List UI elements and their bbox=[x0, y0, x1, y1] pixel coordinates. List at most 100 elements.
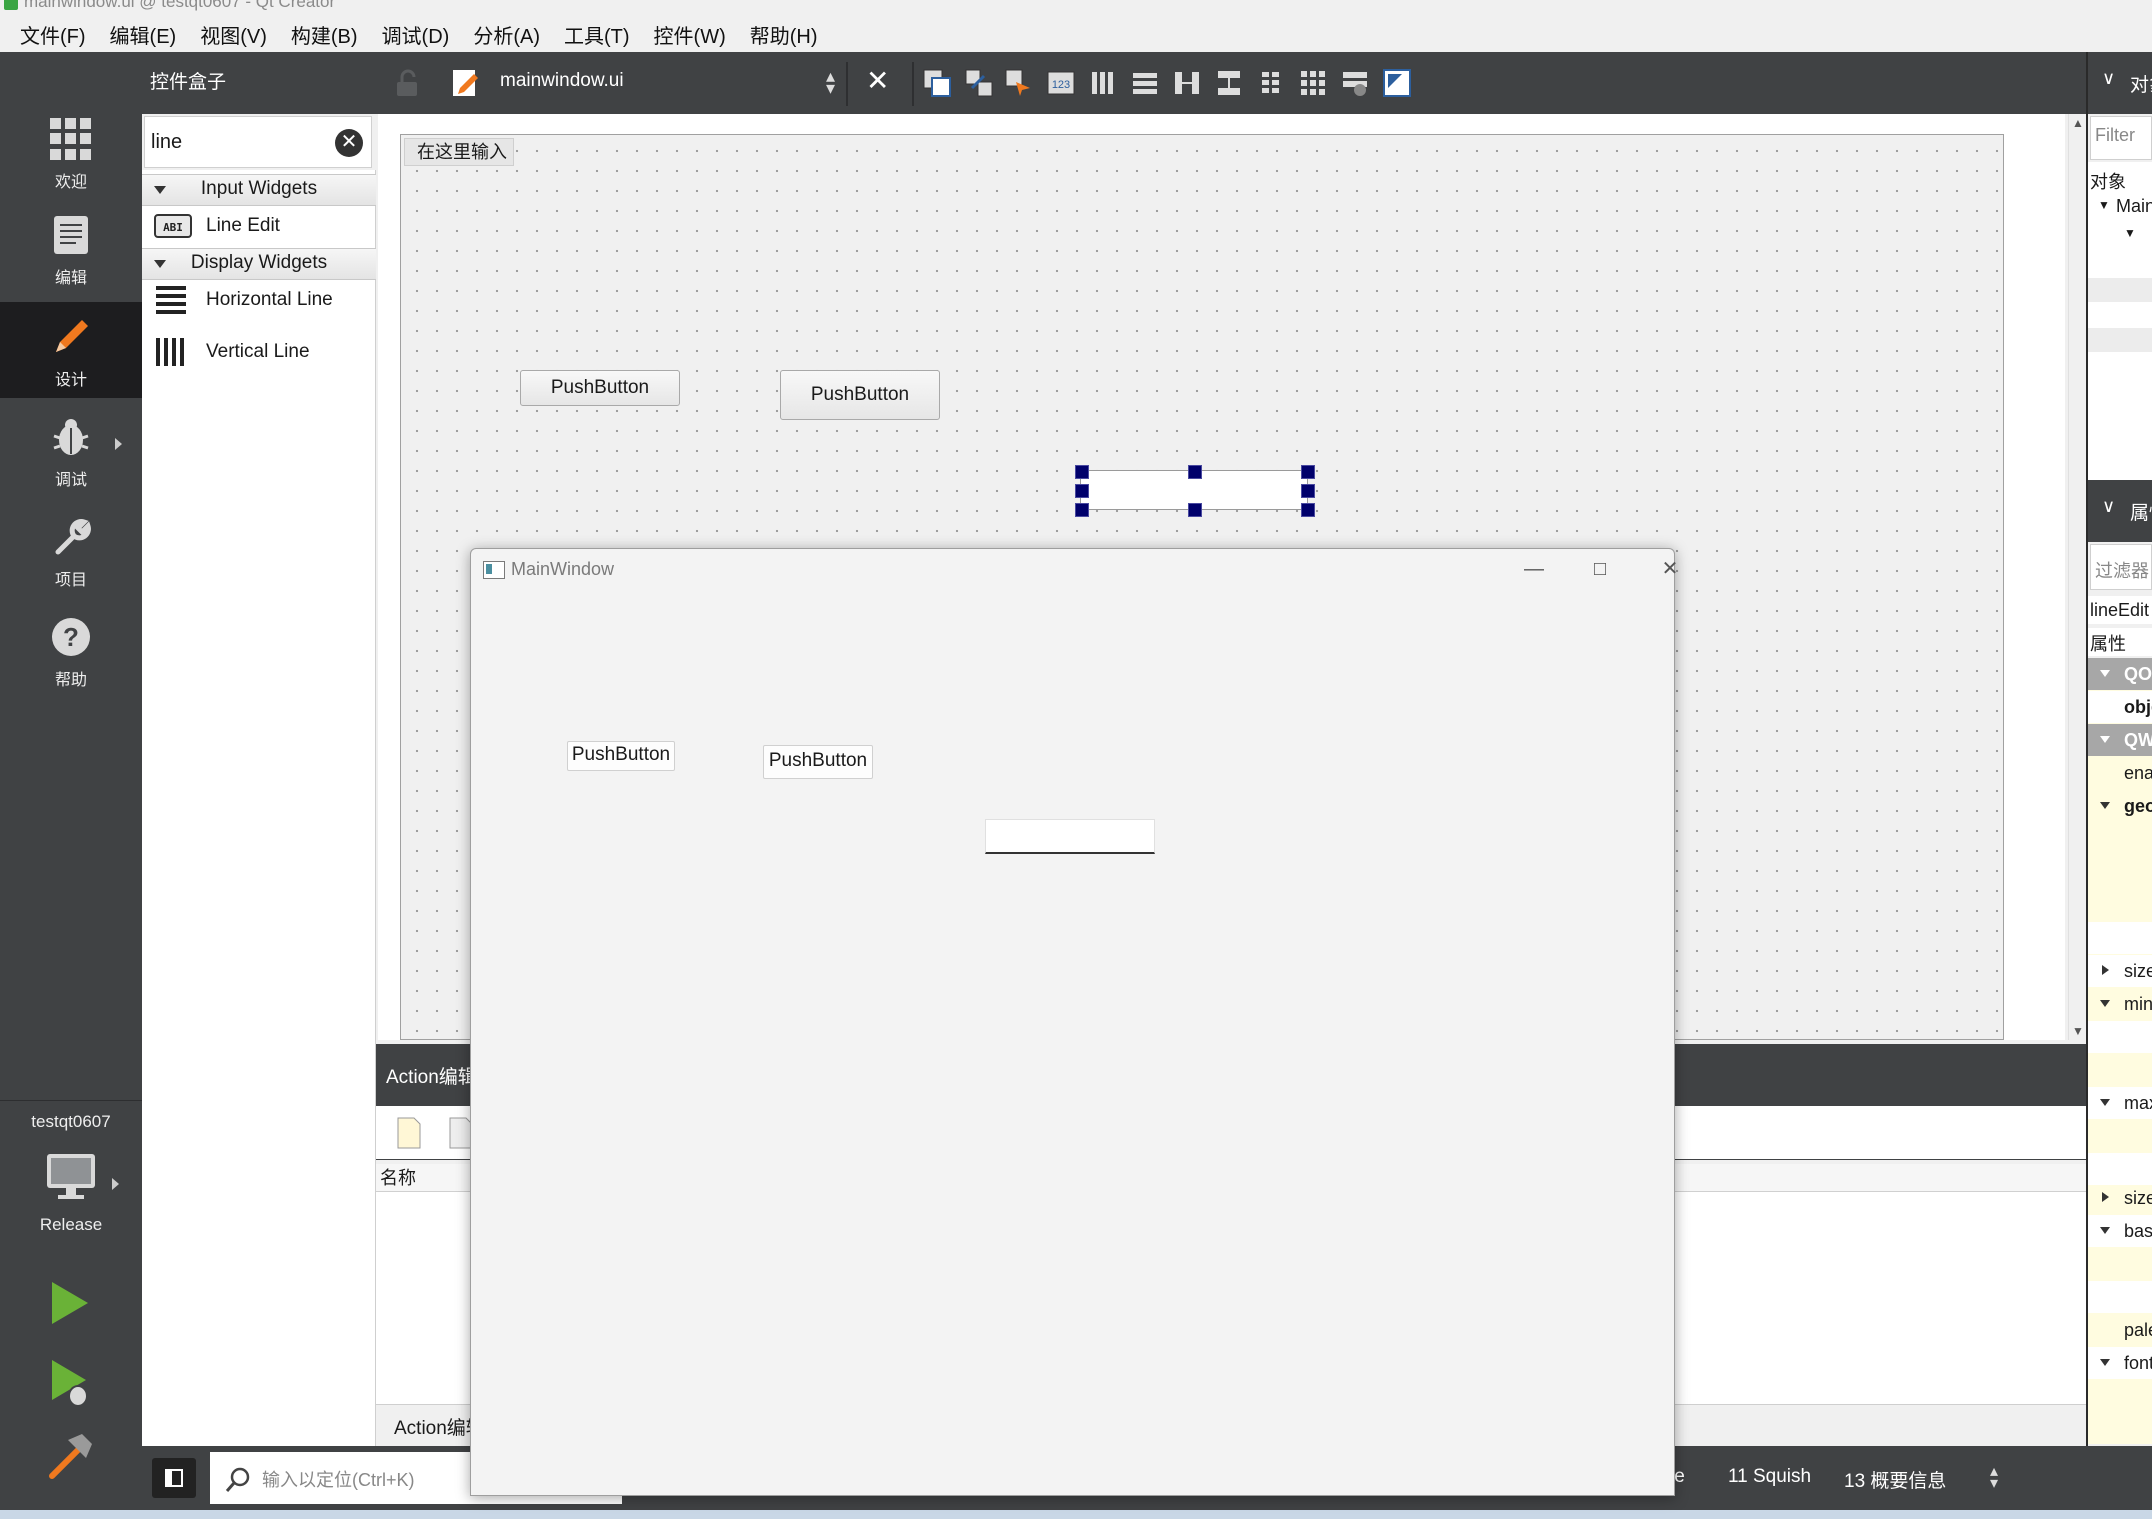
category-input-widgets[interactable]: Input Widgets bbox=[142, 174, 376, 206]
widget-filter-input[interactable]: line ✕ bbox=[144, 116, 372, 168]
output-pane-scroll-arrows-icon[interactable]: ▴ ▾ bbox=[1990, 1464, 1998, 1492]
selection-handle[interactable] bbox=[1075, 465, 1089, 479]
property-row[interactable]: font bbox=[2088, 1347, 2152, 1379]
lock-icon[interactable] bbox=[394, 68, 420, 98]
property-row[interactable]: objectName bbox=[2088, 691, 2152, 723]
run-button[interactable] bbox=[48, 1280, 92, 1326]
minimize-icon[interactable]: — bbox=[1501, 553, 1567, 585]
property-row[interactable] bbox=[2088, 823, 2152, 855]
edit-buddies-icon[interactable] bbox=[1004, 68, 1034, 98]
form-pushbutton-2[interactable]: PushButton bbox=[780, 370, 940, 420]
widget-item-vertical-line[interactable]: Vertical Line bbox=[142, 330, 376, 374]
property-row[interactable]: baseSize bbox=[2088, 1215, 2152, 1247]
collapse-chevron-icon[interactable]: ∨ bbox=[2102, 68, 2115, 89]
property-filter-input[interactable]: 过滤器 bbox=[2090, 544, 2152, 590]
mode-welcome[interactable]: 欢迎 bbox=[0, 104, 142, 200]
property-row[interactable]: minimumSize bbox=[2088, 988, 2152, 1020]
preview-pushbutton-2[interactable]: PushButton bbox=[763, 745, 873, 779]
layout-form-icon[interactable] bbox=[1256, 68, 1286, 98]
property-row[interactable]: sizePolicy bbox=[2088, 955, 2152, 987]
layout-grid-icon[interactable] bbox=[1298, 68, 1328, 98]
object-filter-input[interactable]: Filter bbox=[2090, 116, 2152, 160]
maximize-icon[interactable]: □ bbox=[1567, 553, 1633, 585]
open-document-name[interactable]: mainwindow.ui bbox=[500, 70, 624, 92]
canvas-vertical-scrollbar[interactable]: ▲ ▼ bbox=[2068, 114, 2086, 1040]
layout-horizontal-icon[interactable] bbox=[1088, 68, 1118, 98]
break-layout-icon[interactable] bbox=[1340, 68, 1370, 98]
toggle-sidebar-button[interactable] bbox=[152, 1458, 196, 1498]
adjust-size-icon[interactable] bbox=[1382, 68, 1412, 98]
widget-item-horizontal-line[interactable]: Horizontal Line bbox=[142, 278, 376, 322]
selection-handle[interactable] bbox=[1301, 503, 1315, 517]
window-title: mainwindow.ui @ testqt0607 - Qt Creator bbox=[24, 0, 336, 11]
property-row[interactable] bbox=[2088, 1021, 2152, 1053]
menubar-type-here[interactable]: 在这里输入 bbox=[404, 138, 514, 166]
collapse-chevron-icon[interactable]: ∨ bbox=[2102, 496, 2115, 517]
selection-handle[interactable] bbox=[1188, 465, 1202, 479]
mode-edit[interactable]: 编辑 bbox=[0, 200, 142, 296]
layout-v-splitter-icon[interactable] bbox=[1214, 68, 1244, 98]
property-row[interactable] bbox=[2088, 1281, 2152, 1313]
property-row[interactable] bbox=[2088, 1248, 2152, 1280]
property-row[interactable]: sizeIncrement bbox=[2088, 1182, 2152, 1214]
scroll-up-icon[interactable]: ▲ bbox=[2072, 116, 2084, 130]
edit-widgets-icon[interactable] bbox=[922, 68, 952, 98]
menu-analyze[interactable]: 分析(A) bbox=[461, 20, 552, 49]
mode-design[interactable]: 设计 bbox=[0, 302, 142, 398]
output-pane-summary[interactable]: 13 概要信息 bbox=[1844, 1466, 1946, 1493]
object-tree-row[interactable] bbox=[2088, 328, 2152, 352]
mode-debug[interactable]: 调试 bbox=[0, 402, 142, 498]
menu-file[interactable]: 文件(F) bbox=[8, 20, 98, 49]
category-display-widgets[interactable]: Display Widgets bbox=[142, 248, 376, 280]
menu-build[interactable]: 构建(B) bbox=[279, 20, 370, 49]
selection-handle[interactable] bbox=[1301, 484, 1315, 498]
preview-pushbutton-1[interactable]: PushButton bbox=[567, 741, 675, 771]
property-group-row[interactable]: QWidget bbox=[2088, 724, 2152, 756]
mode-projects[interactable]: 项目 bbox=[0, 502, 142, 598]
output-pane-squish[interactable]: 11 Squish bbox=[1728, 1466, 1811, 1488]
preview-window[interactable]: MainWindow — □ ✕ PushButton PushButton bbox=[470, 548, 1678, 1496]
property-row[interactable] bbox=[2088, 1120, 2152, 1152]
form-pushbutton-1[interactable]: PushButton bbox=[520, 370, 680, 406]
menu-help[interactable]: 帮助(H) bbox=[738, 20, 830, 49]
menu-view[interactable]: 视图(V) bbox=[188, 20, 279, 49]
edit-signals-slots-icon[interactable] bbox=[964, 68, 994, 98]
preview-line-edit[interactable] bbox=[985, 819, 1155, 854]
property-row[interactable]: palette bbox=[2088, 1314, 2152, 1346]
property-row[interactable] bbox=[2088, 856, 2152, 888]
property-row[interactable] bbox=[2088, 889, 2152, 921]
expand-triangle-icon[interactable]: ▼ bbox=[2124, 226, 2136, 240]
property-row[interactable] bbox=[2088, 1153, 2152, 1185]
menu-controls[interactable]: 控件(W) bbox=[642, 20, 738, 49]
selection-handle[interactable] bbox=[1075, 484, 1089, 498]
expand-triangle-icon[interactable]: ▼ bbox=[2098, 198, 2110, 212]
property-group-row[interactable]: QObject bbox=[2088, 658, 2152, 690]
menu-debug[interactable]: 调试(D) bbox=[370, 20, 462, 49]
scroll-down-icon[interactable]: ▼ bbox=[2072, 1024, 2084, 1038]
document-switch-arrows-icon[interactable]: ▴ ▾ bbox=[826, 67, 835, 97]
close-document-icon[interactable]: ✕ bbox=[866, 64, 889, 97]
debug-run-button[interactable] bbox=[48, 1358, 96, 1408]
clear-filter-icon[interactable]: ✕ bbox=[335, 129, 363, 157]
new-action-icon[interactable] bbox=[396, 1116, 422, 1150]
selection-handle[interactable] bbox=[1301, 465, 1315, 479]
kit-selector[interactable] bbox=[44, 1150, 98, 1204]
layout-h-splitter-icon[interactable] bbox=[1172, 68, 1202, 98]
object-tree-row-root[interactable]: ▼ MainWindow bbox=[2088, 192, 2152, 222]
build-button[interactable] bbox=[46, 1432, 94, 1480]
menu-tools[interactable]: 工具(T) bbox=[552, 20, 642, 49]
widget-item-line-edit[interactable]: ABI Line Edit bbox=[142, 204, 376, 248]
mode-help[interactable]: ? 帮助 bbox=[0, 602, 142, 698]
layout-vertical-icon[interactable] bbox=[1130, 68, 1160, 98]
selection-handle[interactable] bbox=[1075, 503, 1089, 517]
property-row[interactable]: enabled bbox=[2088, 757, 2152, 789]
property-row[interactable] bbox=[2088, 922, 2152, 954]
menu-edit[interactable]: 编辑(E) bbox=[98, 20, 189, 49]
edit-tab-order-icon[interactable]: 123 bbox=[1046, 68, 1076, 98]
close-window-icon[interactable]: ✕ bbox=[1637, 553, 1703, 585]
selection-handle[interactable] bbox=[1188, 503, 1202, 517]
property-row[interactable]: geometry bbox=[2088, 790, 2152, 822]
property-row[interactable]: maximumSize bbox=[2088, 1087, 2152, 1119]
object-tree-row[interactable] bbox=[2088, 278, 2152, 302]
scroll-thumb[interactable] bbox=[2072, 142, 2084, 902]
